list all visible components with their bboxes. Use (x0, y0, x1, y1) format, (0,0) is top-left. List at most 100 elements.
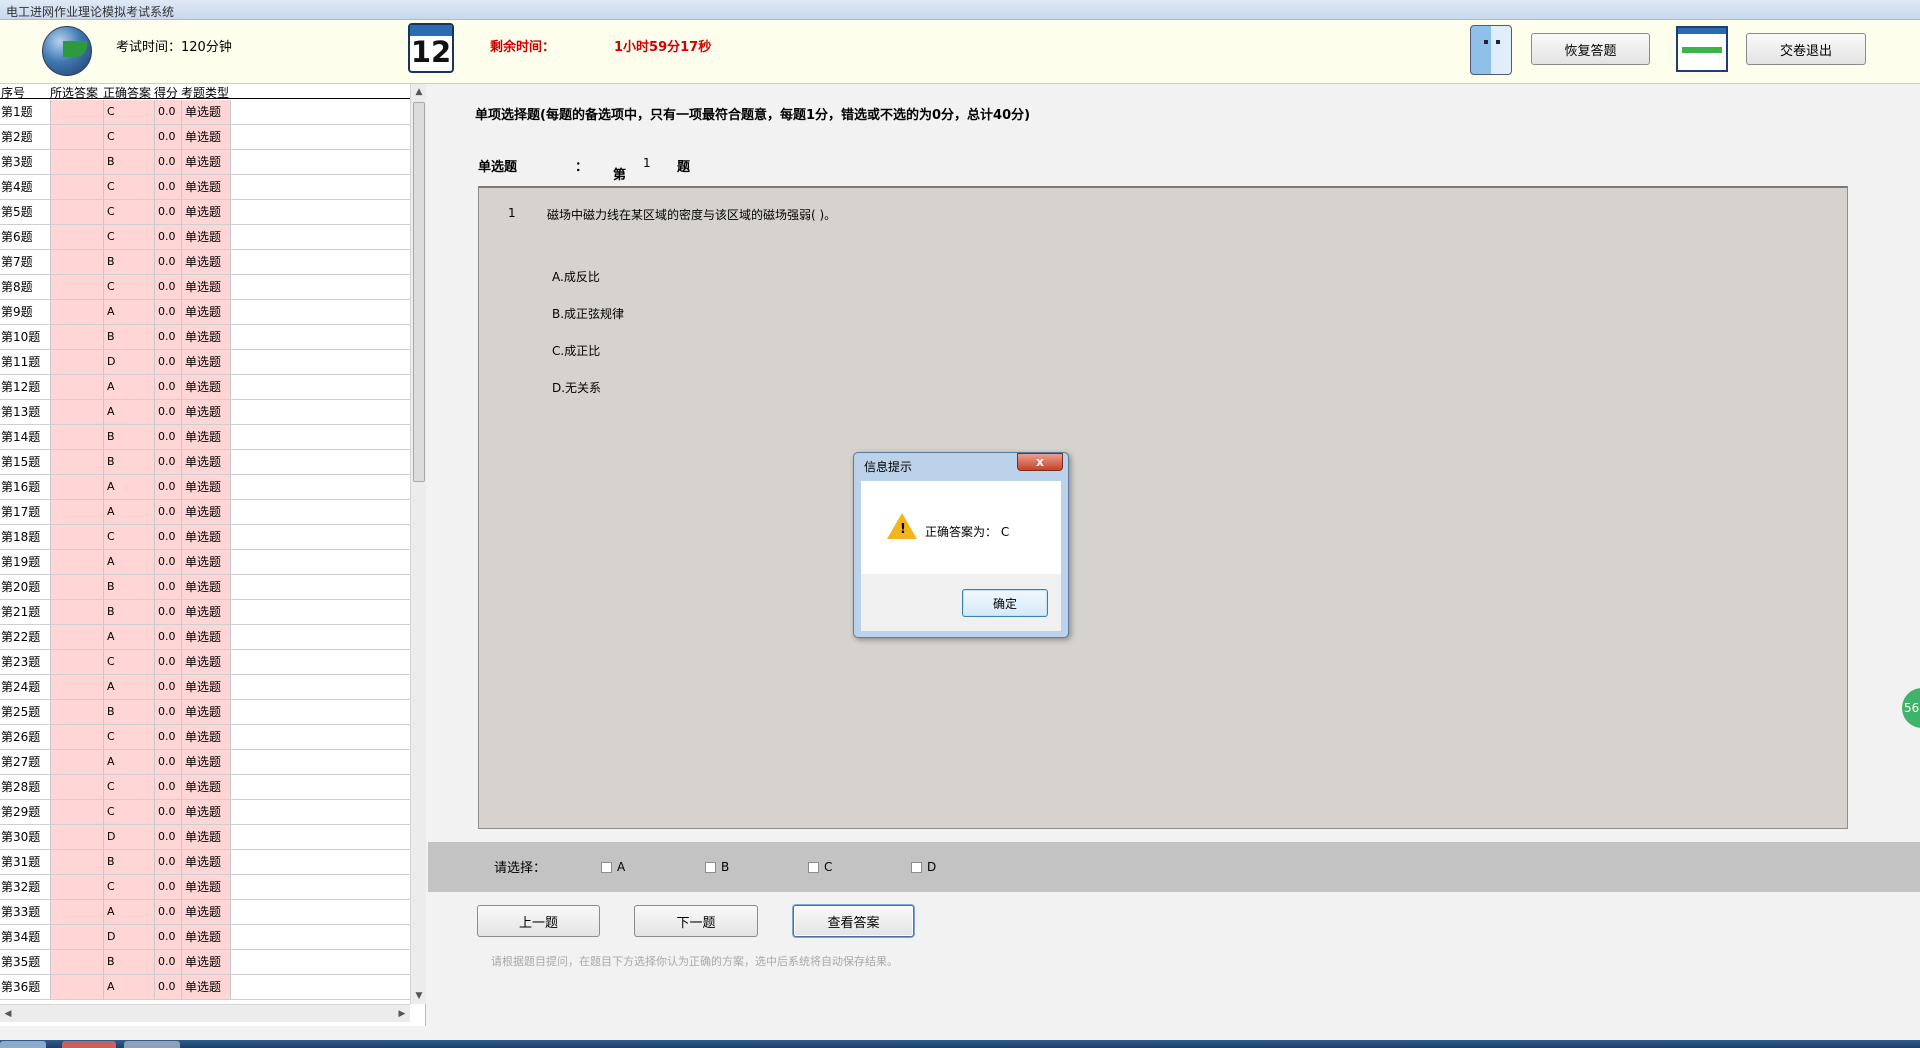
row-correct-answer: A (103, 900, 154, 924)
table-row[interactable]: 第26题 C 0.0 单选题 (0, 725, 410, 750)
question-text: 磁场中磁力线在某区域的密度与该区域的磁场强弱( )。 (547, 208, 837, 222)
scroll-right-icon[interactable]: ▶ (394, 1005, 410, 1023)
window-title: 电工进网作业理论模拟考试系统 (6, 5, 175, 19)
table-row[interactable]: 第8题 C 0.0 单选题 (0, 275, 410, 300)
row-filler (230, 375, 410, 399)
row-filler (230, 525, 410, 549)
table-row[interactable]: 第3题 B 0.0 单选题 (0, 150, 410, 175)
row-filler (230, 725, 410, 749)
table-row[interactable]: 第34题 D 0.0 单选题 (0, 925, 410, 950)
table-row[interactable]: 第27题 A 0.0 单选题 (0, 750, 410, 775)
view-answer-button[interactable]: 查看答案 (793, 905, 914, 937)
floating-speed-badge[interactable]: 56 (1902, 688, 1920, 728)
row-filler (230, 900, 410, 924)
table-row[interactable]: 第25题 B 0.0 单选题 (0, 700, 410, 725)
table-row[interactable]: 第24题 A 0.0 单选题 (0, 675, 410, 700)
row-correct-answer: B (103, 325, 154, 349)
table-row[interactable]: 第2题 C 0.0 单选题 (0, 125, 410, 150)
scroll-left-icon[interactable]: ◀ (0, 1005, 16, 1023)
row-number: 第34题 (1, 930, 41, 944)
row-selected-answer (50, 150, 103, 174)
table-row[interactable]: 第18题 C 0.0 单选题 (0, 525, 410, 550)
row-number: 第22题 (1, 630, 41, 644)
table-row[interactable]: 第22题 A 0.0 单选题 (0, 625, 410, 650)
table-row[interactable]: 第32题 C 0.0 单选题 (0, 875, 410, 900)
checkbox-c-box[interactable] (808, 861, 819, 873)
row-score: 0.0 (154, 875, 181, 899)
table-row[interactable]: 第33题 A 0.0 单选题 (0, 900, 410, 925)
checkbox-a-box[interactable] (601, 861, 612, 873)
table-row[interactable]: 第17题 A 0.0 单选题 (0, 500, 410, 525)
window-progress-icon (1676, 26, 1728, 72)
restore-answers-button[interactable]: 恢复答题 (1531, 33, 1650, 65)
start-button-icon[interactable] (0, 1041, 46, 1048)
row-correct-answer: B (103, 600, 154, 624)
checkbox-d[interactable]: D (911, 860, 936, 874)
scroll-thumb[interactable] (413, 102, 425, 482)
row-correct-answer: C (103, 875, 154, 899)
checkbox-b-box[interactable] (705, 861, 716, 873)
finder-face-icon (1470, 25, 1512, 75)
table-row[interactable]: 第20题 B 0.0 单选题 (0, 575, 410, 600)
table-row[interactable]: 第29题 C 0.0 单选题 (0, 800, 410, 825)
next-question-button[interactable]: 下一题 (634, 905, 758, 937)
row-filler (230, 550, 410, 574)
taskbar-app-1-icon[interactable] (62, 1041, 116, 1048)
row-question-type: 单选题 (181, 725, 230, 749)
row-correct-answer: C (103, 525, 154, 549)
table-row[interactable]: 第35题 B 0.0 单选题 (0, 950, 410, 975)
scroll-up-icon[interactable]: ▲ (411, 84, 427, 100)
table-row[interactable]: 第11题 D 0.0 单选题 (0, 350, 410, 375)
row-correct-answer: D (103, 350, 154, 374)
table-row[interactable]: 第16题 A 0.0 单选题 (0, 475, 410, 500)
table-row[interactable]: 第7题 B 0.0 单选题 (0, 250, 410, 275)
row-selected-answer (50, 325, 103, 349)
question-type-colon: ： (575, 160, 589, 175)
row-question-type: 单选题 (181, 450, 230, 474)
table-row[interactable]: 第1题 C 0.0 单选题 (0, 100, 410, 125)
table-row[interactable]: 第19题 A 0.0 单选题 (0, 550, 410, 575)
row-question-type: 单选题 (181, 150, 230, 174)
row-question-type: 单选题 (181, 350, 230, 374)
question-index: 1 (508, 206, 516, 220)
scroll-down-icon[interactable]: ▼ (411, 988, 427, 1004)
row-score: 0.0 (154, 825, 181, 849)
row-number: 第13题 (1, 405, 41, 419)
dialog-close-icon[interactable]: x (1017, 453, 1063, 471)
row-correct-answer: D (103, 825, 154, 849)
table-row[interactable]: 第15题 B 0.0 单选题 (0, 450, 410, 475)
row-score: 0.0 (154, 325, 181, 349)
row-selected-answer (50, 950, 103, 974)
dialog-title: 信息提示 (864, 460, 913, 474)
submit-exit-button[interactable]: 交卷退出 (1746, 33, 1866, 65)
checkbox-a[interactable]: A (601, 860, 625, 874)
dialog-message: 正确答案为： C (925, 525, 1010, 539)
vertical-scrollbar[interactable]: ▲ ▼ (410, 84, 426, 1004)
table-row[interactable]: 第4题 C 0.0 单选题 (0, 175, 410, 200)
row-filler (230, 450, 410, 474)
table-row[interactable]: 第13题 A 0.0 单选题 (0, 400, 410, 425)
horizontal-scrollbar[interactable]: ◀ ▶ (0, 1004, 410, 1022)
table-row[interactable]: 第5题 C 0.0 单选题 (0, 200, 410, 225)
table-row[interactable]: 第31题 B 0.0 单选题 (0, 850, 410, 875)
row-score: 0.0 (154, 850, 181, 874)
row-selected-answer (50, 675, 103, 699)
table-row[interactable]: 第30题 D 0.0 单选题 (0, 825, 410, 850)
table-row[interactable]: 第28题 C 0.0 单选题 (0, 775, 410, 800)
dialog-ok-button[interactable]: 确定 (962, 589, 1048, 617)
table-row[interactable]: 第21题 B 0.0 单选题 (0, 600, 410, 625)
row-filler (230, 125, 410, 149)
table-row[interactable]: 第6题 C 0.0 单选题 (0, 225, 410, 250)
table-row[interactable]: 第10题 B 0.0 单选题 (0, 325, 410, 350)
row-question-type: 单选题 (181, 650, 230, 674)
table-row[interactable]: 第9题 A 0.0 单选题 (0, 300, 410, 325)
checkbox-d-box[interactable] (911, 861, 922, 873)
checkbox-c[interactable]: C (808, 860, 832, 874)
table-row[interactable]: 第14题 B 0.0 单选题 (0, 425, 410, 450)
checkbox-b[interactable]: B (705, 860, 729, 874)
taskbar-app-2-icon[interactable] (124, 1041, 180, 1048)
table-row[interactable]: 第36题 A 0.0 单选题 (0, 975, 410, 1000)
table-row[interactable]: 第12题 A 0.0 单选题 (0, 375, 410, 400)
prev-question-button[interactable]: 上一题 (477, 905, 600, 937)
table-row[interactable]: 第23题 C 0.0 单选题 (0, 650, 410, 675)
